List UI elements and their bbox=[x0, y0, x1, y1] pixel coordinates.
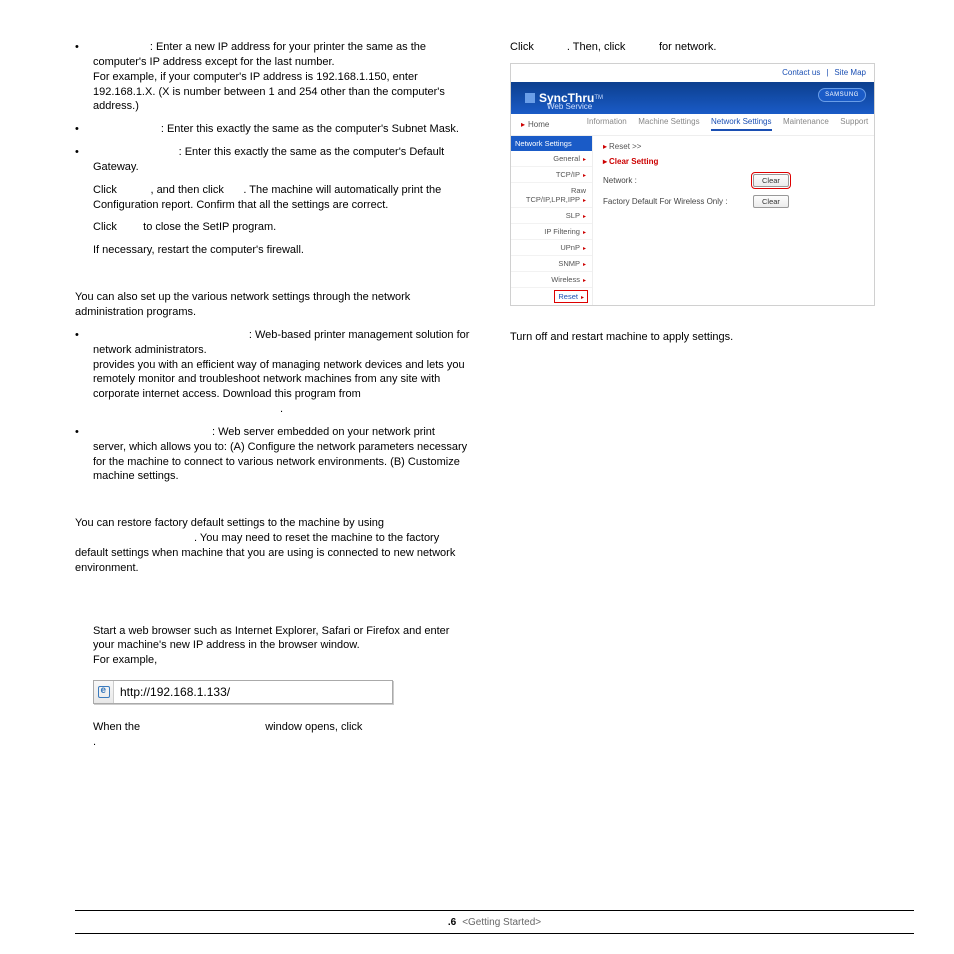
step-close: Click Exit to close the SetIP program. bbox=[75, 220, 470, 235]
fig-side-wireless[interactable]: Wireless bbox=[511, 272, 592, 288]
fig-tab-maintenance[interactable]: Maintenance bbox=[783, 117, 829, 131]
restore-intro: You can restore factory default settings… bbox=[75, 516, 470, 575]
admin-text2: provides you with an efficient way of ma… bbox=[93, 359, 465, 401]
browser-step: Start a web browser such as Internet Exp… bbox=[75, 624, 470, 669]
bullet-ip: • IP Address: Enter a new IP address for… bbox=[75, 40, 470, 114]
fig-side-head: Network Settings bbox=[511, 136, 592, 151]
fig-main: Reset >> Clear Setting Network : Clear F… bbox=[593, 136, 874, 305]
step-apply: Click Apply, and then click OK. The mach… bbox=[75, 183, 470, 213]
fig-tab-network-settings[interactable]: Network Settings bbox=[711, 117, 771, 131]
fig-banner: SyncThruTM Web Service SAMSUNG bbox=[511, 82, 874, 114]
footer-page: .6 bbox=[448, 917, 456, 928]
net-intro: You can also set up the various network … bbox=[75, 290, 470, 320]
fig-tab-machine-settings[interactable]: Machine Settings bbox=[638, 117, 699, 131]
fig-side-tcpip[interactable]: TCP/IP bbox=[511, 167, 592, 183]
fig-nav-home[interactable]: Home bbox=[511, 120, 581, 129]
fig-brand-sub: Web Service bbox=[547, 102, 592, 111]
bullet-admin: • SyncThru Web Admin Service: Web-based … bbox=[75, 328, 470, 417]
fig-side-reset[interactable]: Reset bbox=[554, 290, 588, 303]
bullet-gateway: • Default Gateway: Enter this exactly th… bbox=[75, 145, 470, 175]
bullet-subnet: • Subnet Mask: Enter this exactly the sa… bbox=[75, 122, 470, 137]
fig-nav: Home Information Machine Settings Networ… bbox=[511, 114, 874, 136]
fig-side-slp[interactable]: SLP bbox=[511, 208, 592, 224]
turnoff-line: Turn off and restart machine to apply se… bbox=[510, 330, 880, 345]
fig-link-contact[interactable]: Contact us bbox=[782, 68, 820, 77]
gateway-text: : Enter this exactly the same as the com… bbox=[93, 146, 444, 173]
syncthru-screenshot: Contact us | Site Map SyncThruTM Web Ser… bbox=[510, 63, 875, 306]
page-footer: .6 <Getting Started> bbox=[75, 910, 914, 934]
right-column: Click Reset. Then, click Clear for netwo… bbox=[510, 40, 880, 758]
fig-btn-clear-wireless[interactable]: Clear bbox=[753, 195, 789, 208]
fig-tab-support[interactable]: Support bbox=[840, 117, 868, 131]
fig-side-raw[interactable]: Raw TCP/IP,LPR,IPP bbox=[511, 183, 592, 208]
subnet-text: : Enter this exactly the same as the com… bbox=[161, 123, 459, 135]
url-text: http://192.168.1.133/ bbox=[114, 685, 230, 699]
click-line: Click Reset. Then, click Clear for netwo… bbox=[510, 40, 880, 55]
fig-side-ipfiltering[interactable]: IP Filtering bbox=[511, 224, 592, 240]
fig-side-snmp[interactable]: SNMP bbox=[511, 256, 592, 272]
admin-text: : Web-based printer management solution … bbox=[93, 329, 469, 356]
ip-text-2: For example, if your computer's IP addre… bbox=[75, 70, 470, 115]
fig-crumb: Reset >> bbox=[603, 142, 864, 151]
fig-section-title: Clear Setting bbox=[603, 157, 864, 166]
fig-side-upnp[interactable]: UPnP bbox=[511, 240, 592, 256]
fig-row-wireless-label: Factory Default For Wireless Only : bbox=[603, 197, 753, 206]
fig-btn-clear-network[interactable]: Clear bbox=[753, 174, 789, 187]
admin-text3: . bbox=[280, 403, 283, 415]
step-restart: If necessary, restart the computer's fir… bbox=[75, 243, 470, 258]
brand-square-icon bbox=[525, 93, 535, 103]
fig-side-general[interactable]: General bbox=[511, 151, 592, 167]
fig-sidebar: Network Settings General TCP/IP Raw TCP/… bbox=[511, 136, 593, 305]
browser-page-icon bbox=[94, 681, 114, 703]
footer-section: <Getting Started> bbox=[462, 917, 541, 928]
samsung-logo: SAMSUNG bbox=[818, 88, 866, 102]
bullet-sws: • SyncThru Web Service: Web server embed… bbox=[75, 425, 470, 484]
left-column: • IP Address: Enter a new IP address for… bbox=[75, 40, 470, 758]
url-bar[interactable]: http://192.168.1.133/ bbox=[93, 680, 393, 704]
fig-link-sitemap[interactable]: Site Map bbox=[834, 68, 866, 77]
fig-row-network-label: Network : bbox=[603, 176, 753, 185]
ip-text-1: : Enter a new IP address for your printe… bbox=[93, 41, 426, 68]
sws-text: : Web server embedded on your network pr… bbox=[93, 426, 467, 483]
when-open: When the SyncThru Web Service window ope… bbox=[75, 720, 470, 750]
fig-tab-information[interactable]: Information bbox=[587, 117, 627, 131]
